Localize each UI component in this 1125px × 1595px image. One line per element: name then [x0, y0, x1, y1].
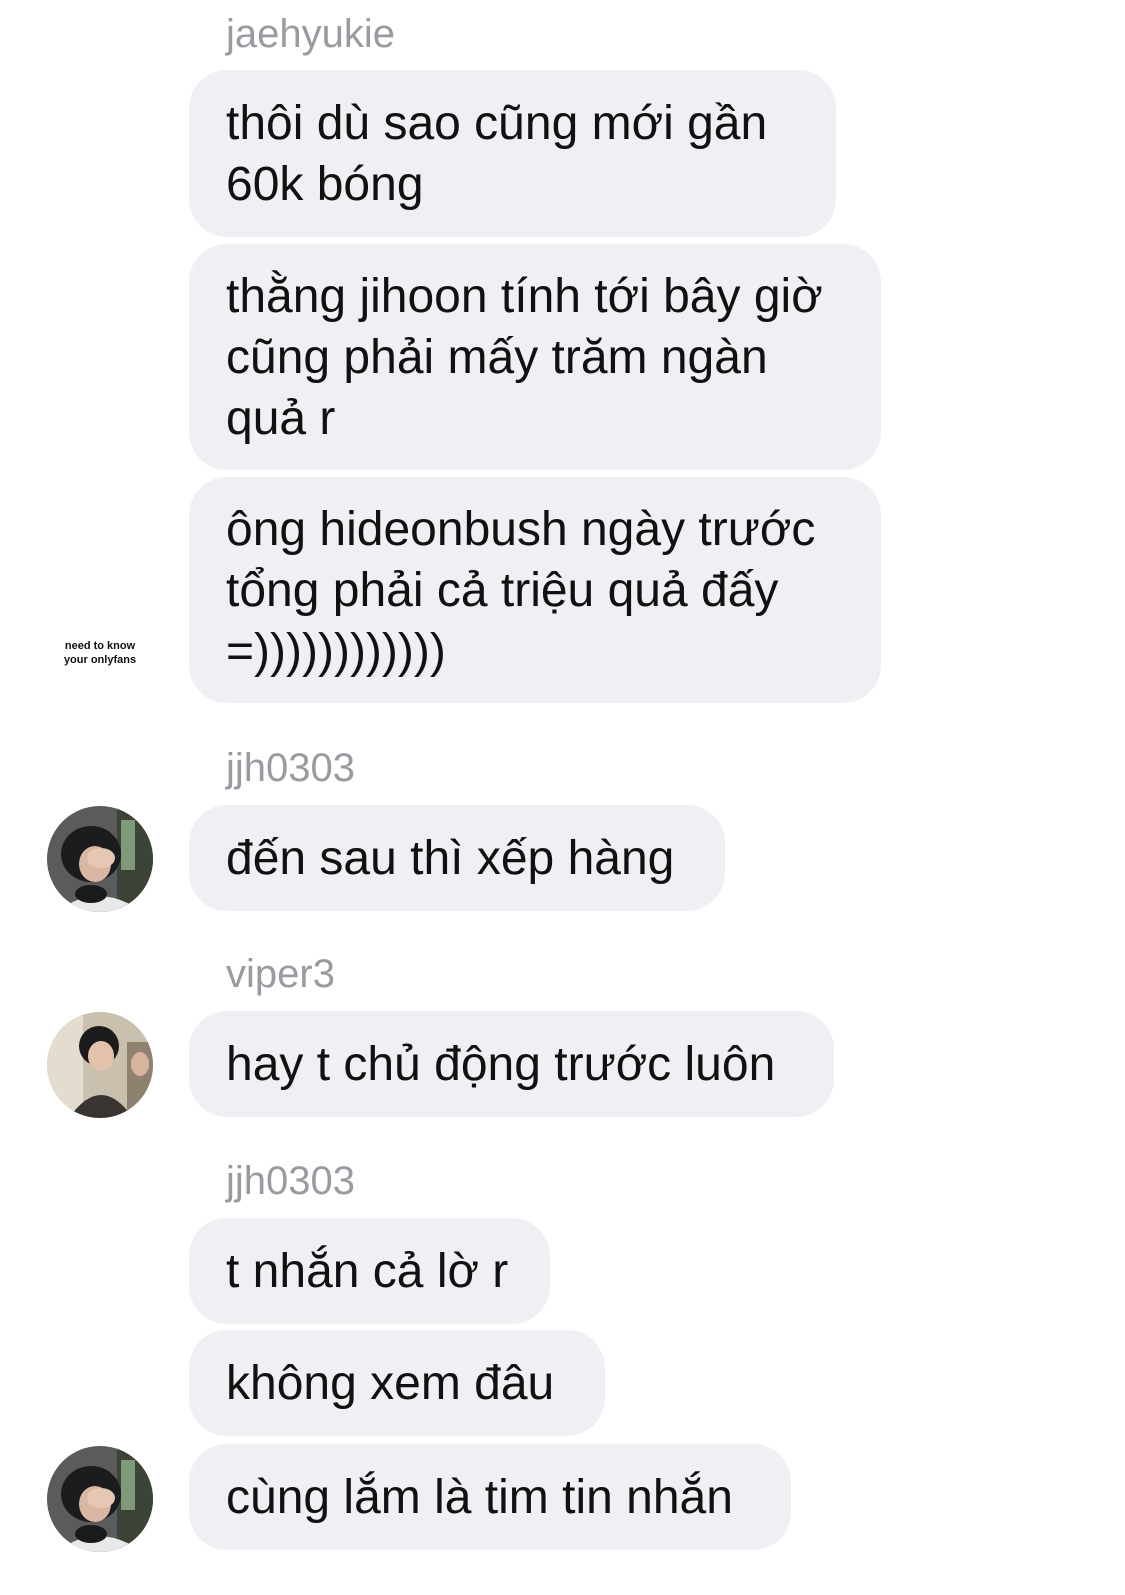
message-bubble[interactable]: thằng jihoon tính tới bây giờ cũng phải …	[189, 244, 881, 470]
message-bubble[interactable]: t nhắn cả lờ r	[189, 1218, 550, 1324]
message-text: thôi dù sao cũng mới gần 60k bóng	[226, 96, 768, 211]
message-text: không xem đâu	[226, 1356, 555, 1410]
user-avatar[interactable]	[47, 1012, 153, 1118]
message-text: t nhắn cả lờ r	[226, 1244, 509, 1298]
message-bubble[interactable]: ông hideonbush ngày trước tổng phải cả t…	[189, 477, 881, 703]
message-bubble[interactable]: không xem đâu	[189, 1330, 605, 1436]
avatar-text-label[interactable]: need to know your onlyfans	[47, 639, 153, 667]
user-avatar[interactable]	[47, 1446, 153, 1552]
message-bubble[interactable]: thôi dù sao cũng mới gần 60k bóng	[189, 70, 836, 237]
sender-name: viper3	[226, 952, 335, 996]
message-text: cùng lắm là tim tin nhắn	[226, 1470, 733, 1524]
user-photo-avatar-icon	[47, 1446, 153, 1552]
user-photo-avatar-icon	[47, 806, 153, 912]
message-text: đến sau thì xếp hàng	[226, 831, 675, 885]
message-bubble[interactable]: hay t chủ động trước luôn	[189, 1011, 834, 1117]
message-text: thằng jihoon tính tới bây giờ cũng phải …	[226, 269, 823, 445]
sender-name: jjh0303	[226, 746, 356, 790]
user-avatar[interactable]	[47, 806, 153, 912]
message-bubble[interactable]: cùng lắm là tim tin nhắn	[189, 1444, 791, 1550]
message-bubble[interactable]: đến sau thì xếp hàng	[189, 805, 725, 911]
message-text: ông hideonbush ngày trước tổng phải cả t…	[226, 502, 816, 678]
sender-name: jjh0303	[226, 1159, 356, 1203]
sender-name: jaehyukie	[226, 12, 396, 56]
user-photo-avatar-icon	[47, 1012, 153, 1118]
message-text: hay t chủ động trước luôn	[226, 1037, 776, 1091]
